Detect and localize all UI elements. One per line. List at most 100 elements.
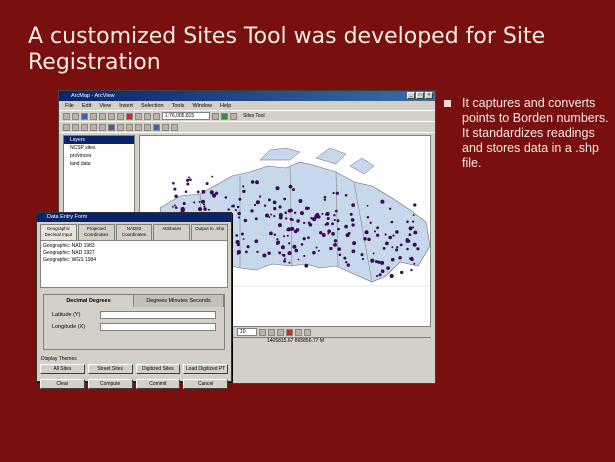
- drawing-toolbar: 10: [237, 327, 431, 337]
- menu-file[interactable]: File: [65, 103, 74, 109]
- tab-decimal-degrees[interactable]: Decimal Degrees: [44, 295, 134, 307]
- zoom-out-icon[interactable]: [72, 123, 79, 131]
- minimize-icon[interactable]: _: [407, 92, 415, 99]
- projection-list[interactable]: Geographic: NAD 1983 Geographic: NAD 192…: [40, 240, 228, 288]
- site-point: [399, 243, 403, 247]
- dialog-tabs: Geographic Decimal Input Projected Coord…: [37, 222, 231, 240]
- toc-layer-provinces[interactable]: provinces: [64, 152, 134, 160]
- save-icon[interactable]: [81, 112, 88, 120]
- bold-icon[interactable]: [259, 328, 266, 336]
- menu-view[interactable]: View: [99, 103, 111, 109]
- undo-icon[interactable]: [135, 112, 142, 120]
- site-point: [412, 220, 415, 223]
- site-point: [298, 199, 303, 203]
- site-point: [327, 229, 332, 234]
- identify-icon[interactable]: [230, 112, 237, 120]
- forward-extent-icon[interactable]: [126, 123, 133, 131]
- site-point: [317, 215, 321, 219]
- measure-icon[interactable]: [171, 123, 178, 131]
- digitized-sites-button[interactable]: Digitized Sites: [135, 364, 181, 374]
- site-point: [349, 212, 353, 216]
- line-color-icon[interactable]: [304, 328, 311, 336]
- font-size-select[interactable]: 10: [237, 328, 257, 336]
- site-point: [369, 221, 372, 224]
- close-icon[interactable]: ×: [425, 92, 433, 99]
- fixed-zoom-icon[interactable]: [81, 123, 88, 131]
- add-data-icon[interactable]: [153, 112, 160, 120]
- zoom-in-icon[interactable]: [63, 123, 70, 131]
- longitude-input[interactable]: [100, 323, 216, 331]
- menu-tools[interactable]: Tools: [172, 103, 185, 109]
- site-point: [186, 182, 190, 186]
- site-point: [272, 200, 277, 205]
- sites-tool-button[interactable]: Sites Tool: [243, 113, 265, 119]
- toc-layer-sites[interactable]: NCSP sites: [64, 144, 134, 152]
- back-extent-icon[interactable]: [117, 123, 124, 131]
- site-point: [235, 234, 239, 237]
- bullet-text: It captures and converts points to Borde…: [462, 96, 609, 170]
- new-icon[interactable]: [63, 112, 70, 120]
- full-extent-icon[interactable]: [99, 123, 106, 131]
- site-point: [246, 245, 250, 249]
- tab-attributes[interactable]: Attributes: [153, 224, 191, 240]
- copy-icon[interactable]: [108, 112, 115, 120]
- paste-icon[interactable]: [117, 112, 124, 120]
- print-icon[interactable]: [90, 112, 97, 120]
- globe-icon[interactable]: [108, 123, 115, 131]
- cut-icon[interactable]: [99, 112, 106, 120]
- toolbox-icon[interactable]: [221, 112, 228, 120]
- tab-dms[interactable]: Degrees Minutes Seconds: [134, 295, 224, 307]
- tab-projected[interactable]: Projected Coordinates: [77, 224, 115, 240]
- street-sites-button[interactable]: Street Sites: [87, 364, 133, 374]
- commit-button[interactable]: Commit: [135, 379, 181, 389]
- window-titlebar: ArcMap - ArcView: [59, 91, 435, 101]
- tab-output-shp[interactable]: Output to .Shp: [191, 224, 228, 240]
- menu-window[interactable]: Window: [192, 103, 212, 109]
- site-point: [268, 216, 271, 219]
- compute-button[interactable]: Compute: [87, 379, 133, 389]
- italic-icon[interactable]: [268, 328, 275, 336]
- pan-icon[interactable]: [90, 123, 97, 131]
- site-point: [189, 178, 192, 181]
- site-point: [253, 203, 257, 207]
- select-features-icon[interactable]: [135, 123, 142, 131]
- site-point: [289, 208, 293, 213]
- site-point: [384, 233, 387, 236]
- site-point: [376, 226, 379, 230]
- toc-layers[interactable]: Layers: [64, 136, 134, 144]
- site-point: [350, 218, 355, 222]
- menu-help[interactable]: Help: [220, 103, 231, 109]
- load-digitized-button[interactable]: Load Digitized PT: [183, 364, 228, 374]
- list-item[interactable]: Geographic: WGS 1984: [43, 257, 225, 264]
- cancel-button[interactable]: Cancel: [183, 379, 228, 389]
- open-icon[interactable]: [72, 112, 79, 120]
- find-icon[interactable]: [162, 123, 169, 131]
- clear-button[interactable]: Clear: [40, 379, 85, 389]
- menu-insert[interactable]: Insert: [119, 103, 133, 109]
- menu-selection[interactable]: Selection: [141, 103, 164, 109]
- site-point: [278, 215, 283, 220]
- scale-input[interactable]: 1:76,005,815: [162, 112, 210, 120]
- site-point: [323, 195, 327, 199]
- redo-icon[interactable]: [144, 112, 151, 120]
- action-buttons: Clear Compute Commit Cancel: [37, 377, 231, 389]
- fill-color-icon[interactable]: [295, 328, 302, 336]
- editor-icon[interactable]: [212, 112, 219, 120]
- site-point: [385, 241, 389, 246]
- toc-layer-land[interactable]: land data: [64, 160, 134, 168]
- tab-geographic-decimal[interactable]: Geographic Decimal Input: [40, 224, 77, 240]
- site-point: [255, 180, 259, 185]
- maximize-icon[interactable]: □: [416, 92, 424, 99]
- delete-icon[interactable]: [126, 112, 133, 120]
- site-point: [209, 190, 214, 195]
- latitude-input[interactable]: [100, 311, 216, 319]
- tab-nad83[interactable]: NAD83 Coordinates: [115, 224, 153, 240]
- underline-icon[interactable]: [277, 328, 284, 336]
- info-icon[interactable]: [153, 123, 160, 131]
- font-color-icon[interactable]: [286, 328, 293, 336]
- all-sites-button[interactable]: All Sites: [40, 364, 85, 374]
- menu-edit[interactable]: Edit: [82, 103, 91, 109]
- list-item[interactable]: Geographic: NAD 1983: [43, 243, 225, 250]
- list-item[interactable]: Geographic: NAD 1927: [43, 250, 225, 257]
- select-elements-icon[interactable]: [144, 123, 151, 131]
